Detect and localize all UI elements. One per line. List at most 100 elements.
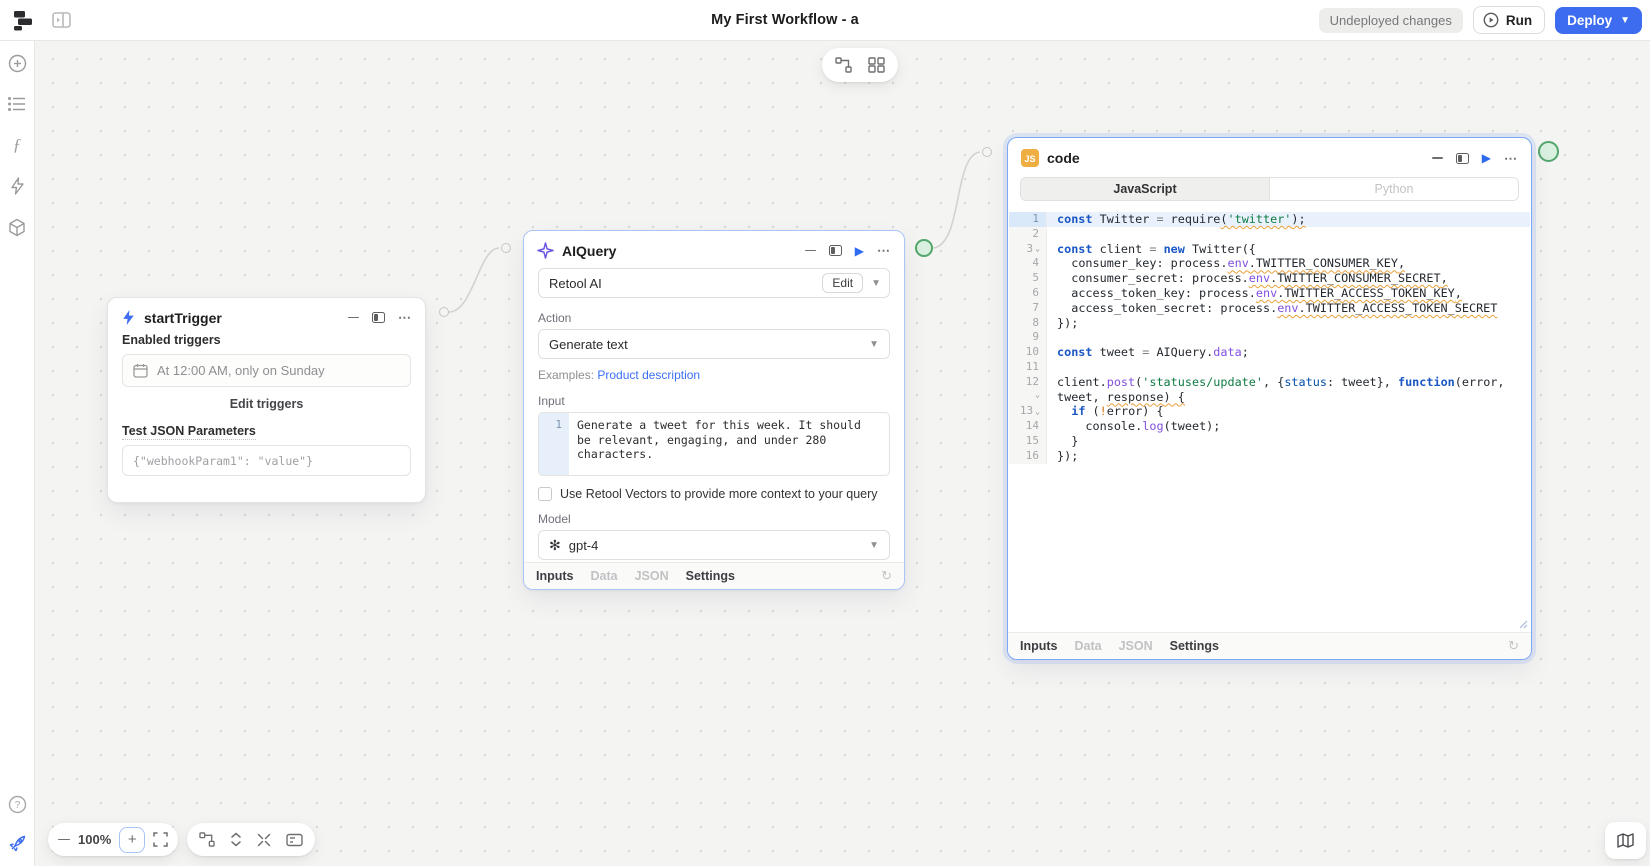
rocket-icon <box>7 834 27 854</box>
prompt-input-editor[interactable]: 1 Generate a tweet for this week. It sho… <box>538 412 890 476</box>
expand-panel-button[interactable] <box>829 245 842 256</box>
help-button[interactable]: ? <box>7 794 27 814</box>
action-label: Action <box>538 311 890 325</box>
panel-toggle-icon <box>52 12 71 28</box>
zoom-level: 100% <box>78 832 111 847</box>
run-button[interactable]: Run <box>1473 6 1545 34</box>
list-view-button[interactable] <box>868 57 885 73</box>
enabled-triggers-label: Enabled triggers <box>122 333 411 347</box>
undeployed-changes-badge: Undeployed changes <box>1319 8 1463 33</box>
run-node-button[interactable]: ▶ <box>1482 152 1491 164</box>
chevron-down-icon: ▼ <box>871 278 881 289</box>
sync-icon[interactable]: ↻ <box>881 568 892 584</box>
resize-handle[interactable] <box>1516 617 1528 629</box>
tab-data[interactable]: Data <box>1075 639 1102 653</box>
ellipsis-icon: ⋯ <box>1504 152 1518 165</box>
edit-resource-button[interactable]: Edit <box>822 273 863 293</box>
tab-json[interactable]: JSON <box>1119 639 1153 653</box>
resource-value: Retool AI <box>549 276 822 291</box>
rename-panel-button[interactable] <box>286 833 303 847</box>
node-menu-button[interactable]: ⋯ <box>877 244 891 257</box>
code-input-handle[interactable] <box>982 147 992 157</box>
minus-icon <box>1432 157 1443 159</box>
code-output-handle[interactable] <box>1538 141 1559 162</box>
ellipsis-icon: ⋯ <box>398 311 412 324</box>
ai-query-input-handle[interactable] <box>501 243 511 253</box>
resource-select[interactable]: Retool AI Edit ▼ <box>538 268 890 298</box>
tab-python[interactable]: Python <box>1270 178 1518 200</box>
tab-settings[interactable]: Settings <box>686 569 735 583</box>
tab-json[interactable]: JSON <box>635 569 669 583</box>
edit-triggers-link[interactable]: Edit triggers <box>108 397 425 411</box>
node-ai-query[interactable]: AIQuery ▶ ⋯ Retool AI Edit ▼ Action Gene… <box>523 230 905 590</box>
chevron-down-icon: ▼ <box>869 540 879 551</box>
left-sidebar: ƒ ? <box>0 41 35 866</box>
resources-button[interactable] <box>7 217 27 237</box>
plus-icon: + <box>128 831 137 848</box>
minus-icon <box>348 317 359 319</box>
code-footer: Inputs Data JSON Settings ↻ <box>1008 632 1531 659</box>
zoom-toolbar: 100% + <box>48 823 178 856</box>
minimap-toggle-button[interactable] <box>1605 822 1646 859</box>
node-menu-button[interactable]: ⋯ <box>398 311 412 324</box>
triggers-button[interactable] <box>7 176 27 196</box>
reorganize-button[interactable] <box>199 832 215 847</box>
minus-icon <box>805 250 816 252</box>
input-label: Input <box>538 394 890 408</box>
example-product-description-link[interactable]: Product description <box>597 368 700 382</box>
run-node-button[interactable]: ▶ <box>855 245 864 257</box>
collapse-all-button[interactable] <box>257 833 271 847</box>
openai-logo-icon: ✻ <box>549 537 561 554</box>
prompt-input-value[interactable]: Generate a tweet for this week. It shoul… <box>569 413 889 475</box>
tab-settings[interactable]: Settings <box>1170 639 1219 653</box>
start-trigger-output-handle[interactable] <box>439 307 449 317</box>
vectors-checkbox-row[interactable]: Use Retool Vectors to provide more conte… <box>538 487 890 501</box>
model-select[interactable]: ✻ gpt-4 ▼ <box>538 530 890 560</box>
expand-all-button[interactable] <box>230 832 242 847</box>
retool-logo[interactable] <box>10 7 36 33</box>
vectors-checkbox[interactable] <box>538 487 552 501</box>
node-menu-button[interactable]: ⋯ <box>1504 152 1518 165</box>
node-start-trigger[interactable]: startTrigger ⋯ Enabled triggers At 12:00… <box>107 297 426 503</box>
expand-panel-button[interactable] <box>1456 153 1469 164</box>
node-code[interactable]: JS code ▶ ⋯ JavaScript Python 1const Twi… <box>1007 137 1532 660</box>
workflow-title: My First Workflow - a <box>300 12 1270 28</box>
cube-icon <box>8 218 26 237</box>
retool-logo-icon <box>11 8 35 32</box>
action-value: Generate text <box>549 337 869 352</box>
tab-inputs[interactable]: Inputs <box>536 569 574 583</box>
blocks-list-button[interactable] <box>7 94 27 114</box>
ai-query-footer: Inputs Data JSON Settings ↻ <box>524 562 904 589</box>
workflow-canvas[interactable]: startTrigger ⋯ Enabled triggers At 12:00… <box>35 41 1650 866</box>
code-editor[interactable]: 1const Twitter = require('twitter');23⌄c… <box>1009 206 1530 632</box>
tab-javascript[interactable]: JavaScript <box>1021 178 1270 200</box>
fit-to-screen-button[interactable] <box>153 832 168 847</box>
expand-panel-button[interactable] <box>372 312 385 323</box>
tab-data[interactable]: Data <box>591 569 618 583</box>
zoom-out-button[interactable] <box>58 839 70 841</box>
collapse-node-button[interactable] <box>805 250 816 252</box>
test-json-parameters-input[interactable]: {"webhookParam1": "value"} <box>122 445 411 476</box>
deploy-button-label: Deploy <box>1567 13 1612 28</box>
add-block-button[interactable] <box>7 53 27 73</box>
trigger-schedule-field[interactable]: At 12:00 AM, only on Sunday <box>122 354 411 387</box>
onboarding-button[interactable] <box>7 834 27 854</box>
zoom-in-button[interactable]: + <box>119 827 145 853</box>
collapse-node-button[interactable] <box>1432 157 1443 159</box>
sync-icon[interactable]: ↻ <box>1508 638 1519 654</box>
functions-button[interactable]: ƒ <box>7 135 27 155</box>
collapse-node-button[interactable] <box>348 317 359 319</box>
tab-inputs[interactable]: Inputs <box>1020 639 1058 653</box>
test-json-parameters-value: {"webhookParam1": "value"} <box>133 454 313 468</box>
action-select[interactable]: Generate text ▼ <box>538 329 890 359</box>
ai-query-output-handle[interactable] <box>915 239 933 257</box>
minus-icon <box>58 839 70 841</box>
prompt-line-number: 1 <box>539 413 569 475</box>
toggle-left-panel-button[interactable] <box>50 9 72 31</box>
deploy-button[interactable]: Deploy ▼ <box>1555 7 1642 34</box>
run-play-icon <box>1483 12 1499 28</box>
auto-layout-button[interactable] <box>835 57 852 73</box>
node-title: code <box>1047 150 1424 166</box>
code-lines: 1const Twitter = require('twitter');23⌄c… <box>1009 206 1530 464</box>
vectors-checkbox-label: Use Retool Vectors to provide more conte… <box>560 487 878 501</box>
